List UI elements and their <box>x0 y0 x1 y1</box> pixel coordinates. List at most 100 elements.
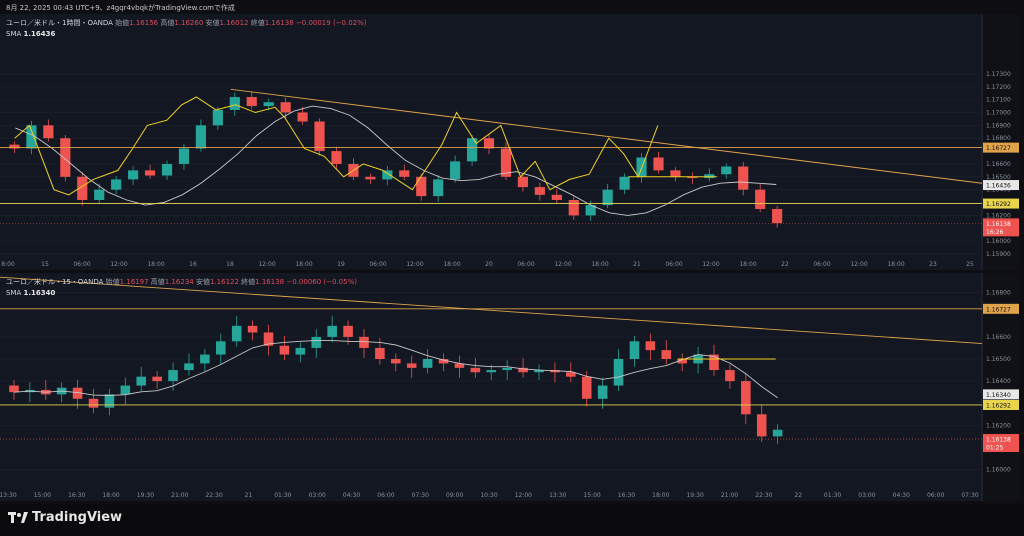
x-tick-label: 04:30 <box>343 492 360 499</box>
candle-body <box>709 354 719 371</box>
y-tick-label: 1.16400 <box>986 378 1011 385</box>
candle-body <box>721 166 732 175</box>
candle-body <box>184 363 194 371</box>
tradingview-logo[interactable]: TradingView <box>8 510 122 525</box>
y-tick-label: 1.16000 <box>986 467 1011 474</box>
high-value: 1.16260 <box>174 19 204 27</box>
candle-body <box>772 208 783 224</box>
x-tick-label: 15:00 <box>34 492 51 499</box>
candle-body <box>247 325 258 333</box>
x-tick-label: 23 <box>929 261 937 268</box>
candle-body <box>94 189 105 200</box>
chart-pane-15m[interactable]: 1.16800 1.16600 1.16500 1.16400 1.16200 1.160… <box>0 273 1020 501</box>
x-tick-label: 12:00 <box>554 261 571 268</box>
x-tick-label: 15:00 <box>583 492 600 499</box>
price-tag-label: 1.16340 <box>986 392 1011 399</box>
x-tick-label: 13:30 <box>0 492 17 499</box>
y-tick-label: 1.16500 <box>986 356 1011 363</box>
candle-body <box>486 370 497 373</box>
candle-body <box>416 176 427 197</box>
x-tick-label: 22 <box>794 492 802 499</box>
x-tick-label: 12:00 <box>406 261 423 268</box>
y-tick-label: 1.16800 <box>986 135 1011 142</box>
x-tick-label: 18:00 <box>147 261 164 268</box>
low-value: 1.16122 <box>209 278 239 286</box>
x-tick-label: 13:30 <box>549 492 566 499</box>
x-tick-label: 18:00 <box>887 261 904 268</box>
x-tick-label: 06:00 <box>665 261 682 268</box>
x-tick-label: 21 <box>245 492 253 499</box>
brand-name: TradingView <box>32 510 123 525</box>
x-tick-label: 18:00 <box>443 261 460 268</box>
candle-body <box>772 429 783 437</box>
countdown-label: 16:26 <box>986 229 1003 236</box>
x-tick-label: 04:30 <box>893 492 910 499</box>
candle-body <box>741 381 751 415</box>
candle-body <box>502 367 512 371</box>
y-tick-label: 1.16600 <box>986 334 1011 341</box>
y-tick-label: 1.17300 <box>986 71 1011 78</box>
y-tick-label: 1.16900 <box>986 122 1011 129</box>
price-tag-label: 1.16138 <box>986 437 1011 444</box>
candle-body <box>534 187 545 195</box>
candle-body <box>152 376 162 382</box>
candle-body <box>359 336 369 348</box>
candle-body <box>144 170 156 176</box>
candle-body <box>725 370 735 382</box>
chart-15m-svg[interactable]: 1.16800 1.16600 1.16500 1.16400 1.16200 1.160… <box>0 273 1020 501</box>
snapshot-caption: 8月 22, 2025 00:43 UTC+9、z4gqr4vbqkがTradi… <box>6 4 235 12</box>
candle-body <box>375 347 385 359</box>
candle-body <box>450 161 461 180</box>
x-tick-label: 12:00 <box>702 261 719 268</box>
sma-label: SMA <box>6 30 22 38</box>
chart-pane-1h[interactable]: 1.17300 1.17200 1.17100 1.17000 1.16900 1.168… <box>0 14 1020 270</box>
x-tick-label: 18:00 <box>739 261 756 268</box>
candle-body <box>280 102 291 113</box>
x-tick-label: 22 <box>781 261 789 268</box>
level-tag-label: 1.16292 <box>986 201 1011 208</box>
candle-body <box>470 367 481 373</box>
x-tick-label: 16:30 <box>68 492 85 499</box>
candle-body <box>629 341 640 359</box>
candle-body <box>483 138 495 149</box>
candle-body <box>120 385 131 395</box>
candle-body <box>43 125 54 139</box>
y-tick-label: 1.16600 <box>986 161 1011 168</box>
y-tick-label: 1.16200 <box>986 422 1011 429</box>
candle-body <box>128 170 139 180</box>
sma-value: 1.16340 <box>23 289 56 297</box>
candle-body <box>704 174 715 179</box>
chart-1h-svg[interactable]: 1.17300 1.17200 1.17100 1.17000 1.16900 1.168… <box>0 14 1020 270</box>
candle-body <box>314 121 325 152</box>
candle-body <box>311 336 322 348</box>
candle-body <box>653 157 664 171</box>
candle-body <box>178 148 190 164</box>
candle-body <box>613 359 624 386</box>
x-tick-label: 21 <box>633 261 641 268</box>
y-tick-label: 1.17100 <box>986 97 1011 104</box>
candle-body <box>168 370 178 382</box>
x-tick-label: 18:00 <box>102 492 119 499</box>
x-tick-label: 18:00 <box>652 492 669 499</box>
x-tick-label: 20 <box>485 261 493 268</box>
x-tick-label: 21:00 <box>171 492 188 499</box>
low-value: 1.16012 <box>219 19 249 27</box>
x-tick-label: 12:00 <box>258 261 275 268</box>
x-tick-label: 19 <box>337 261 345 268</box>
candle-body <box>551 194 562 200</box>
chart-frame: 8月 22, 2025 00:43 UTC+9、z4gqr4vbqkがTradi… <box>0 0 1024 536</box>
candle-body <box>619 176 630 190</box>
chart-1h-legend: ユーロ／米ドル・1時間・OANDA 始値1.16156 高値1.16260 安値… <box>6 19 367 38</box>
y-tick-label: 1.16200 <box>986 212 1011 219</box>
candle-body <box>246 97 257 107</box>
x-tick-label: 06:00 <box>813 261 830 268</box>
x-tick-label: 21:00 <box>721 492 738 499</box>
candle-body <box>212 109 223 126</box>
candle-body <box>279 345 290 355</box>
change-value: −0.00019 (−0.02%) <box>295 19 367 27</box>
candle-body <box>755 189 766 209</box>
x-tick-label: 06:00 <box>927 492 944 499</box>
candle-body <box>111 179 122 190</box>
level-tag-label: 1.16727 <box>986 306 1011 313</box>
chart-15m-title: ユーロ／米ドル・15・OANDA <box>6 278 104 286</box>
